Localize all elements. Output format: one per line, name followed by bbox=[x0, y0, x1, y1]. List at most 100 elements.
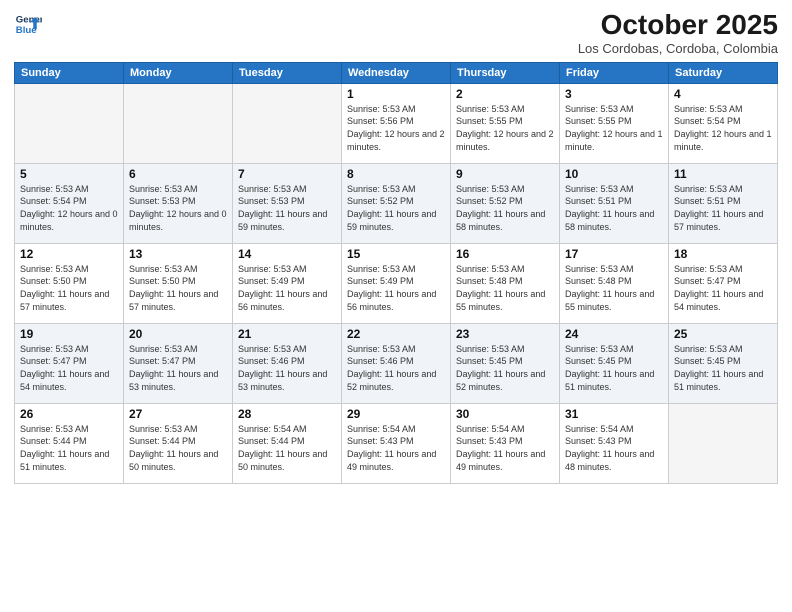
day-number: 14 bbox=[238, 247, 336, 261]
table-row: 12 Sunrise: 5:53 AM Sunset: 5:50 PM Dayli… bbox=[15, 243, 124, 323]
table-row: 20Sunrise: 5:53 AM Sunset: 5:47 PM Dayli… bbox=[124, 323, 233, 403]
day-number: 27 bbox=[129, 407, 227, 421]
day-number: 5 bbox=[20, 167, 118, 181]
day-info: Sunrise: 5:53 AM Sunset: 5:55 PM Dayligh… bbox=[456, 103, 554, 153]
day-number: 31 bbox=[565, 407, 663, 421]
day-info: Sunrise: 5:53 AM Sunset: 5:44 PM Dayligh… bbox=[20, 423, 118, 473]
day-info: Sunrise: 5:53 AM Sunset: 5:46 PM Dayligh… bbox=[238, 343, 336, 393]
header-tuesday: Tuesday bbox=[233, 62, 342, 83]
day-number: 29 bbox=[347, 407, 445, 421]
table-row bbox=[124, 83, 233, 163]
day-info: Sunrise: 5:53 AM Sunset: 5:54 PM Dayligh… bbox=[674, 103, 772, 153]
day-info: Sunrise: 5:53 AM Sunset: 5:53 PM Dayligh… bbox=[238, 183, 336, 233]
day-info: Sunrise: 5:53 AM Sunset: 5:49 PM Dayligh… bbox=[347, 263, 445, 313]
day-info: Sunrise: 5:53 AM Sunset: 5:51 PM Dayligh… bbox=[674, 183, 772, 233]
day-info: Sunrise: 5:54 AM Sunset: 5:43 PM Dayligh… bbox=[565, 423, 663, 473]
day-info: Sunrise: 5:53 AM Sunset: 5:46 PM Dayligh… bbox=[347, 343, 445, 393]
table-row: 19Sunrise: 5:53 AM Sunset: 5:47 PM Dayli… bbox=[15, 323, 124, 403]
day-info: Sunrise: 5:54 AM Sunset: 5:43 PM Dayligh… bbox=[347, 423, 445, 473]
day-number: 9 bbox=[456, 167, 554, 181]
day-info: Sunrise: 5:53 AM Sunset: 5:50 PM Dayligh… bbox=[129, 263, 227, 313]
day-number: 26 bbox=[20, 407, 118, 421]
header-thursday: Thursday bbox=[451, 62, 560, 83]
day-number: 18 bbox=[674, 247, 772, 261]
day-number: 2 bbox=[456, 87, 554, 101]
day-number: 10 bbox=[565, 167, 663, 181]
month-title: October 2025 bbox=[578, 10, 778, 41]
day-number: 23 bbox=[456, 327, 554, 341]
table-row: 28 Sunrise: 5:54 AM Sunset: 5:44 PM Dayli… bbox=[233, 403, 342, 483]
header-saturday: Saturday bbox=[669, 62, 778, 83]
day-number: 6 bbox=[129, 167, 227, 181]
header-wednesday: Wednesday bbox=[342, 62, 451, 83]
day-number: 11 bbox=[674, 167, 772, 181]
logo: General Blue bbox=[14, 10, 42, 38]
logo-icon: General Blue bbox=[14, 10, 42, 38]
table-row bbox=[233, 83, 342, 163]
day-info: Sunrise: 5:54 AM Sunset: 5:43 PM Dayligh… bbox=[456, 423, 554, 473]
day-info: Sunrise: 5:53 AM Sunset: 5:45 PM Dayligh… bbox=[565, 343, 663, 393]
table-row: 27 Sunrise: 5:53 AM Sunset: 5:44 PM Dayli… bbox=[124, 403, 233, 483]
day-info: Sunrise: 5:53 AM Sunset: 5:50 PM Dayligh… bbox=[20, 263, 118, 313]
table-row: 22 Sunrise: 5:53 AM Sunset: 5:46 PM Dayli… bbox=[342, 323, 451, 403]
table-row: 29 Sunrise: 5:54 AM Sunset: 5:43 PM Dayli… bbox=[342, 403, 451, 483]
calendar-table: Sunday Monday Tuesday Wednesday Thursday… bbox=[14, 62, 778, 484]
table-row: 11 Sunrise: 5:53 AM Sunset: 5:51 PM Dayli… bbox=[669, 163, 778, 243]
day-info: Sunrise: 5:53 AM Sunset: 5:52 PM Dayligh… bbox=[347, 183, 445, 233]
svg-text:General: General bbox=[16, 14, 42, 25]
day-number: 28 bbox=[238, 407, 336, 421]
location: Los Cordobas, Cordoba, Colombia bbox=[578, 41, 778, 56]
day-number: 13 bbox=[129, 247, 227, 261]
day-info: Sunrise: 5:53 AM Sunset: 5:55 PM Dayligh… bbox=[565, 103, 663, 153]
table-row: 18Sunrise: 5:53 AM Sunset: 5:47 PM Dayli… bbox=[669, 243, 778, 323]
table-row: 15 Sunrise: 5:53 AM Sunset: 5:49 PM Dayli… bbox=[342, 243, 451, 323]
table-row: 4 Sunrise: 5:53 AM Sunset: 5:54 PM Daylig… bbox=[669, 83, 778, 163]
day-info: Sunrise: 5:53 AM Sunset: 5:52 PM Dayligh… bbox=[456, 183, 554, 233]
day-info: Sunrise: 5:53 AM Sunset: 5:45 PM Dayligh… bbox=[674, 343, 772, 393]
table-row: 9 Sunrise: 5:53 AM Sunset: 5:52 PM Daylig… bbox=[451, 163, 560, 243]
day-number: 3 bbox=[565, 87, 663, 101]
table-row: 1Sunrise: 5:53 AM Sunset: 5:56 PM Daylig… bbox=[342, 83, 451, 163]
header-friday: Friday bbox=[560, 62, 669, 83]
table-row: 16Sunrise: 5:53 AM Sunset: 5:48 PM Dayli… bbox=[451, 243, 560, 323]
day-info: Sunrise: 5:53 AM Sunset: 5:48 PM Dayligh… bbox=[456, 263, 554, 313]
day-number: 30 bbox=[456, 407, 554, 421]
day-info: Sunrise: 5:53 AM Sunset: 5:51 PM Dayligh… bbox=[565, 183, 663, 233]
title-block: October 2025 Los Cordobas, Cordoba, Colo… bbox=[578, 10, 778, 56]
table-row bbox=[669, 403, 778, 483]
day-number: 7 bbox=[238, 167, 336, 181]
day-number: 15 bbox=[347, 247, 445, 261]
day-number: 25 bbox=[674, 327, 772, 341]
table-row: 2 Sunrise: 5:53 AM Sunset: 5:55 PM Daylig… bbox=[451, 83, 560, 163]
day-number: 20 bbox=[129, 327, 227, 341]
day-number: 8 bbox=[347, 167, 445, 181]
day-info: Sunrise: 5:54 AM Sunset: 5:44 PM Dayligh… bbox=[238, 423, 336, 473]
day-number: 22 bbox=[347, 327, 445, 341]
table-row: 30 Sunrise: 5:54 AM Sunset: 5:43 PM Dayli… bbox=[451, 403, 560, 483]
calendar-week-row: 12 Sunrise: 5:53 AM Sunset: 5:50 PM Dayli… bbox=[15, 243, 778, 323]
header-sunday: Sunday bbox=[15, 62, 124, 83]
day-info: Sunrise: 5:53 AM Sunset: 5:56 PM Dayligh… bbox=[347, 103, 445, 153]
table-row: 23Sunrise: 5:53 AM Sunset: 5:45 PM Dayli… bbox=[451, 323, 560, 403]
table-row bbox=[15, 83, 124, 163]
day-info: Sunrise: 5:53 AM Sunset: 5:44 PM Dayligh… bbox=[129, 423, 227, 473]
page-container: General Blue October 2025 Los Cordobas, … bbox=[0, 0, 792, 612]
day-number: 12 bbox=[20, 247, 118, 261]
table-row: 6Sunrise: 5:53 AM Sunset: 5:53 PM Daylig… bbox=[124, 163, 233, 243]
weekday-header-row: Sunday Monday Tuesday Wednesday Thursday… bbox=[15, 62, 778, 83]
table-row: 14Sunrise: 5:53 AM Sunset: 5:49 PM Dayli… bbox=[233, 243, 342, 323]
day-number: 17 bbox=[565, 247, 663, 261]
table-row: 21 Sunrise: 5:53 AM Sunset: 5:46 PM Dayli… bbox=[233, 323, 342, 403]
day-number: 4 bbox=[674, 87, 772, 101]
table-row: 13 Sunrise: 5:53 AM Sunset: 5:50 PM Dayli… bbox=[124, 243, 233, 323]
header: General Blue October 2025 Los Cordobas, … bbox=[14, 10, 778, 56]
day-number: 24 bbox=[565, 327, 663, 341]
day-number: 21 bbox=[238, 327, 336, 341]
table-row: 17Sunrise: 5:53 AM Sunset: 5:48 PM Dayli… bbox=[560, 243, 669, 323]
calendar-week-row: 1Sunrise: 5:53 AM Sunset: 5:56 PM Daylig… bbox=[15, 83, 778, 163]
table-row: 24 Sunrise: 5:53 AM Sunset: 5:45 PM Dayli… bbox=[560, 323, 669, 403]
calendar-week-row: 5Sunrise: 5:53 AM Sunset: 5:54 PM Daylig… bbox=[15, 163, 778, 243]
table-row: 8 Sunrise: 5:53 AM Sunset: 5:52 PM Daylig… bbox=[342, 163, 451, 243]
table-row: 31 Sunrise: 5:54 AM Sunset: 5:43 PM Dayli… bbox=[560, 403, 669, 483]
table-row: 3 Sunrise: 5:53 AM Sunset: 5:55 PM Daylig… bbox=[560, 83, 669, 163]
